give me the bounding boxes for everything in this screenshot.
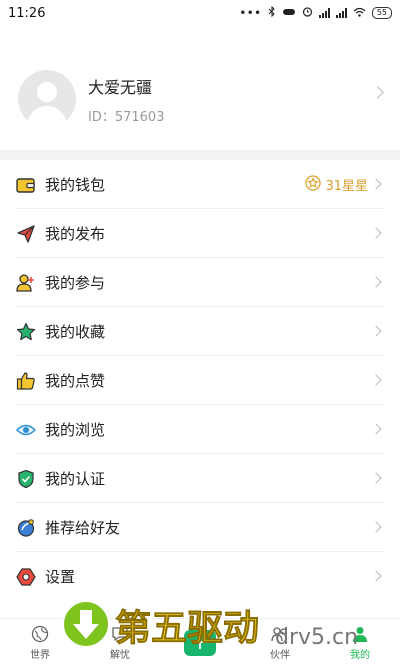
vibrate-icon (282, 7, 296, 20)
star-balance-text: 31星星 (325, 179, 368, 194)
avatar-head (37, 82, 57, 102)
chevron-right-icon (370, 374, 382, 386)
notification-dots: ••• (239, 7, 262, 19)
chevron-right-icon (370, 521, 382, 533)
menu-item-share[interactable]: 推荐给好友 (0, 503, 400, 552)
status-icons: ••• 55 (239, 5, 392, 20)
menu-item-settings[interactable]: 设置 (0, 552, 400, 601)
menu-item-label: 设置 (45, 568, 76, 586)
tab-label: 世界 (30, 650, 50, 661)
chevron-right-icon (370, 325, 382, 337)
thumbs-up-icon (16, 371, 36, 391)
tab-me[interactable]: 我的 (320, 619, 400, 666)
profile-text: 大爱无疆 ID：571603 (88, 74, 164, 125)
globe-icon (31, 625, 49, 643)
menu-item-label: 我的点赞 (45, 372, 106, 390)
menu-item-wallet[interactable]: 我的钱包 31星星 (0, 160, 400, 209)
plus-icon[interactable]: + (184, 629, 216, 656)
tab-world[interactable]: 世界 (0, 619, 80, 666)
chevron-right-icon (371, 86, 384, 99)
menu-item-label: 我的发布 (45, 225, 106, 243)
chevron-right-icon (370, 423, 382, 435)
tab-label: 我的 (350, 650, 370, 661)
share-icon (16, 518, 36, 538)
tab-label: 伙伴 (270, 650, 290, 661)
avatar-body (27, 106, 67, 128)
chevron-right-icon (370, 178, 382, 190)
menu-item-participation[interactable]: 我的参与 (0, 258, 400, 307)
profile-id: ID：571603 (88, 109, 165, 125)
menu-item-history[interactable]: 我的浏览 (0, 405, 400, 454)
menu-list: 我的钱包 31星星 我的发布 我的参与 我的收藏 我的点赞 我的浏览 我的认证 … (0, 160, 400, 601)
tab-partners[interactable]: 伙伴 (240, 619, 320, 666)
chevron-right-icon (370, 570, 382, 582)
menu-item-label: 推荐给好友 (45, 519, 121, 537)
chevron-right-icon (370, 276, 382, 288)
star-balance: 31星星 (305, 174, 368, 195)
avatar[interactable] (18, 70, 76, 128)
profile-header[interactable]: 大爱无疆 ID：571603 (0, 56, 400, 142)
chat-icon (111, 625, 129, 643)
wifi-icon (353, 7, 366, 20)
alarm-icon (302, 6, 313, 20)
star-icon (16, 322, 36, 342)
menu-item-publish[interactable]: 我的发布 (0, 209, 400, 258)
tab-label: 解忧 (110, 650, 130, 661)
menu-item-verification[interactable]: 我的认证 (0, 454, 400, 503)
bluetooth-icon (268, 5, 276, 20)
wallet-icon (16, 175, 36, 195)
menu-item-label: 我的钱包 (45, 176, 106, 194)
menu-item-label: 我的参与 (45, 274, 106, 292)
signal-2-icon (335, 8, 347, 18)
status-time: 11:26 (8, 5, 46, 21)
menu-item-label: 我的收藏 (45, 323, 106, 341)
tab-post[interactable]: + (160, 619, 240, 666)
battery-indicator: 55 (371, 7, 392, 19)
menu-item-label: 我的浏览 (45, 421, 106, 439)
bottom-tab-bar: 世界 解忧 + 伙伴 我的 (0, 618, 400, 666)
profile-name: 大爱无疆 (88, 77, 153, 97)
person-add-icon (16, 273, 36, 293)
status-bar: 11:26 ••• 55 (0, 0, 400, 26)
eye-icon (16, 420, 36, 440)
chevron-right-icon (370, 227, 382, 239)
star-badge-icon (305, 174, 322, 195)
settings-icon (16, 567, 36, 587)
chevron-right-icon (370, 472, 382, 484)
menu-item-label: 我的认证 (45, 470, 106, 488)
paper-plane-icon (16, 224, 36, 244)
menu-item-favorites[interactable]: 我的收藏 (0, 307, 400, 356)
profile-icon (351, 625, 369, 643)
shield-check-icon (16, 469, 36, 489)
tab-worries[interactable]: 解忧 (80, 619, 160, 666)
partner-icon (271, 625, 289, 643)
section-divider (0, 150, 400, 160)
signal-icon (318, 8, 330, 18)
menu-item-likes[interactable]: 我的点赞 (0, 356, 400, 405)
